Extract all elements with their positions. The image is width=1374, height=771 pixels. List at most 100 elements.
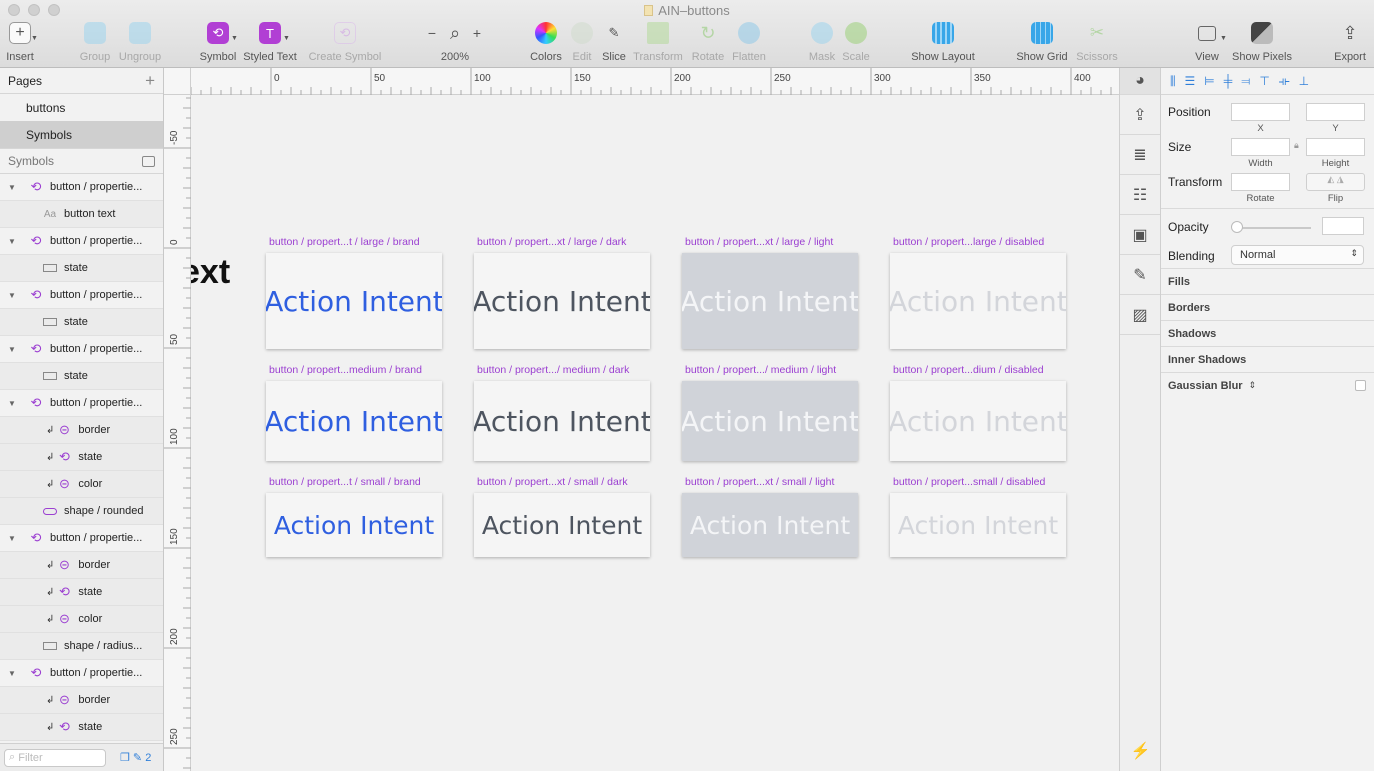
layer-symbol-group[interactable]: ▼ ⟲ button / propertie... bbox=[0, 660, 163, 687]
symbol-button[interactable]: ⟲ ▼ Symbol bbox=[200, 22, 238, 63]
layer-symbol-group[interactable]: ▼ ⟲ button / propertie... bbox=[0, 282, 163, 309]
flip-buttons[interactable]: ◭ ◮ bbox=[1306, 173, 1365, 191]
section-shadows[interactable]: Shadows bbox=[1161, 320, 1374, 346]
layer-item[interactable]: ↲ ⊝ border bbox=[0, 687, 163, 714]
artboard-title[interactable]: button / propert...xt / small / dark bbox=[477, 476, 628, 488]
artboard-title[interactable]: button / propert...dium / disabled bbox=[893, 364, 1044, 376]
align-right-icon[interactable]: ⫤ bbox=[1241, 74, 1250, 89]
gaussian-blur-checkbox[interactable] bbox=[1355, 380, 1366, 391]
section-borders[interactable]: Borders bbox=[1161, 294, 1374, 320]
rotate-button[interactable]: ↻ Rotate bbox=[692, 22, 724, 64]
layers-stack-icon[interactable]: ≣ bbox=[1120, 135, 1160, 175]
disclosure-triangle-icon[interactable]: ▼ bbox=[8, 237, 18, 246]
show-layout-button[interactable]: Show Layout bbox=[911, 22, 975, 63]
zoom-level[interactable]: ⌕ 200% bbox=[441, 22, 469, 64]
button-symbol-small-disabled[interactable]: Action Intent bbox=[890, 493, 1066, 557]
page-item-buttons[interactable]: buttons bbox=[0, 94, 163, 121]
layer-item[interactable]: Aa button text bbox=[0, 201, 163, 228]
opacity-slider-track[interactable] bbox=[1235, 227, 1311, 229]
layer-symbol-group[interactable]: ▼ ⟲ button / propertie... bbox=[0, 390, 163, 417]
artboard-title[interactable]: button / propert...t / small / brand bbox=[269, 476, 421, 488]
button-symbol-large-dark[interactable]: Action Intent bbox=[474, 253, 650, 349]
button-symbol-large-light[interactable]: Action Intent bbox=[682, 253, 858, 349]
button-symbol-medium-light[interactable]: Action Intent bbox=[682, 381, 858, 461]
transform-button[interactable]: Transform bbox=[633, 22, 683, 63]
layer-item[interactable]: state bbox=[0, 255, 163, 282]
filter-input[interactable]: ⌕ Filter bbox=[4, 748, 106, 767]
artboard-title[interactable]: button / propert...xt / large / light bbox=[685, 236, 833, 248]
edit-frame-icon[interactable]: ✎ bbox=[1120, 255, 1160, 295]
ungroup-button[interactable]: Ungroup bbox=[119, 22, 161, 63]
artboard-title[interactable]: button / propert...t / large / brand bbox=[269, 236, 420, 248]
ruler-horizontal[interactable]: 0 50 100 150 200 250 300 350 400 bbox=[164, 68, 1119, 95]
show-pixels-button[interactable]: Show Pixels bbox=[1232, 22, 1292, 63]
opacity-slider-knob[interactable] bbox=[1231, 221, 1243, 233]
zoom-out-button[interactable]: − bbox=[427, 22, 437, 44]
list-settings-icon[interactable]: ☷ bbox=[1120, 175, 1160, 215]
group-button[interactable]: Group bbox=[80, 22, 110, 63]
ruler-vertical[interactable]: -50 0 50 100 150 200 250 bbox=[164, 95, 191, 771]
page-item-symbols[interactable]: Symbols bbox=[0, 121, 163, 148]
scissors-button[interactable]: ✂ Scissors bbox=[1076, 22, 1118, 63]
button-symbol-small-brand[interactable]: Action Intent bbox=[266, 493, 442, 557]
create-symbol-button[interactable]: ⟲ Create Symbol bbox=[309, 22, 381, 63]
section-inner-shadows[interactable]: Inner Shadows bbox=[1161, 346, 1374, 372]
button-symbol-large-disabled[interactable]: Action Intent bbox=[890, 253, 1066, 349]
styled-text-button[interactable]: T ▼ Styled Text bbox=[243, 22, 297, 63]
disclosure-triangle-icon[interactable]: ▼ bbox=[8, 669, 18, 678]
mask-button[interactable]: Mask bbox=[809, 22, 835, 63]
align-bottom-icon[interactable]: ⊥ bbox=[1299, 74, 1309, 88]
button-symbol-small-light[interactable]: Action Intent bbox=[682, 493, 858, 557]
layer-item[interactable]: ↲ ⊝ color bbox=[0, 471, 163, 498]
artboard-title[interactable]: button / propert...xt / small / light bbox=[685, 476, 834, 488]
layer-item[interactable]: ↲ ⊝ border bbox=[0, 417, 163, 444]
artboard-title[interactable]: button / propert.../ medium / dark bbox=[477, 364, 629, 376]
scale-button[interactable]: Scale bbox=[842, 22, 870, 63]
position-x-input[interactable] bbox=[1231, 103, 1290, 121]
disclosure-triangle-icon[interactable]: ▼ bbox=[8, 183, 18, 192]
artboard-title[interactable]: button / propert.../ medium / light bbox=[685, 364, 836, 376]
artboard-title[interactable]: button / propert...large / disabled bbox=[893, 236, 1044, 248]
symbols-override-icon[interactable]: ▣ bbox=[1120, 215, 1160, 255]
disclosure-triangle-icon[interactable]: ▼ bbox=[8, 345, 18, 354]
bolt-icon[interactable]: ⚡ bbox=[1120, 741, 1161, 761]
disclosure-triangle-icon[interactable]: ▼ bbox=[8, 291, 18, 300]
artboard-title[interactable]: button / propert...small / disabled bbox=[893, 476, 1045, 488]
width-input[interactable] bbox=[1231, 138, 1290, 156]
artboard-title[interactable]: button / propert...medium / brand bbox=[269, 364, 422, 376]
layer-item[interactable]: state bbox=[0, 309, 163, 336]
distribute-vertical-icon[interactable]: ☰ bbox=[1185, 74, 1196, 88]
edit-button[interactable]: Edit bbox=[571, 22, 593, 63]
layer-item[interactable]: ↲ ⟲ state bbox=[0, 714, 163, 741]
layer-item[interactable]: ↲ ⊝ border bbox=[0, 552, 163, 579]
export-button[interactable]: ⇪ Export bbox=[1334, 22, 1366, 64]
disclosure-triangle-icon[interactable]: ▼ bbox=[8, 534, 18, 543]
button-symbol-medium-brand[interactable]: Action Intent bbox=[266, 381, 442, 461]
layer-symbol-group[interactable]: ▼ ⟲ button / propertie... bbox=[0, 174, 163, 201]
slice-button[interactable]: ✎ Slice bbox=[602, 22, 626, 63]
artboard-title[interactable]: button / propert...xt / large / dark bbox=[477, 236, 626, 248]
colors-button[interactable]: Colors bbox=[530, 22, 562, 63]
view-button[interactable]: ▼ View bbox=[1195, 22, 1227, 63]
lock-icon[interactable]: 🔒︎ bbox=[1294, 140, 1299, 151]
button-symbol-large-brand[interactable]: Action Intent bbox=[266, 253, 442, 349]
align-left-icon[interactable]: ⊨ bbox=[1204, 74, 1214, 88]
layer-item[interactable]: state bbox=[0, 363, 163, 390]
position-y-input[interactable] bbox=[1306, 103, 1365, 121]
show-grid-button[interactable]: Show Grid bbox=[1016, 22, 1068, 63]
opacity-input[interactable] bbox=[1322, 217, 1364, 235]
layer-symbol-group[interactable]: ▼ ⟲ button / propertie... bbox=[0, 228, 163, 255]
layer-symbol-group[interactable]: ▼ ⟲ button / propertie... bbox=[0, 336, 163, 363]
align-top-icon[interactable]: ⊤ bbox=[1259, 74, 1269, 88]
filter-options[interactable]: ❐ ✎ 2 bbox=[120, 751, 151, 764]
section-fills[interactable]: Fills bbox=[1161, 268, 1374, 294]
upload-icon[interactable]: ⇪ bbox=[1120, 95, 1160, 135]
flatten-button[interactable]: Flatten bbox=[732, 22, 766, 63]
layer-item[interactable]: ↲ ⟲ state bbox=[0, 444, 163, 471]
align-middle-icon[interactable]: ⟛ bbox=[1279, 74, 1290, 89]
partial-text-layer[interactable]: ext bbox=[191, 253, 230, 292]
layer-symbol-group[interactable]: ▼ ⟲ button / propertie... bbox=[0, 525, 163, 552]
layer-item[interactable]: shape / rounded bbox=[0, 498, 163, 525]
insert-button[interactable]: + ▼ Insert bbox=[6, 22, 38, 63]
canvas[interactable]: ext button / propert...t / large / brand… bbox=[191, 95, 1119, 771]
